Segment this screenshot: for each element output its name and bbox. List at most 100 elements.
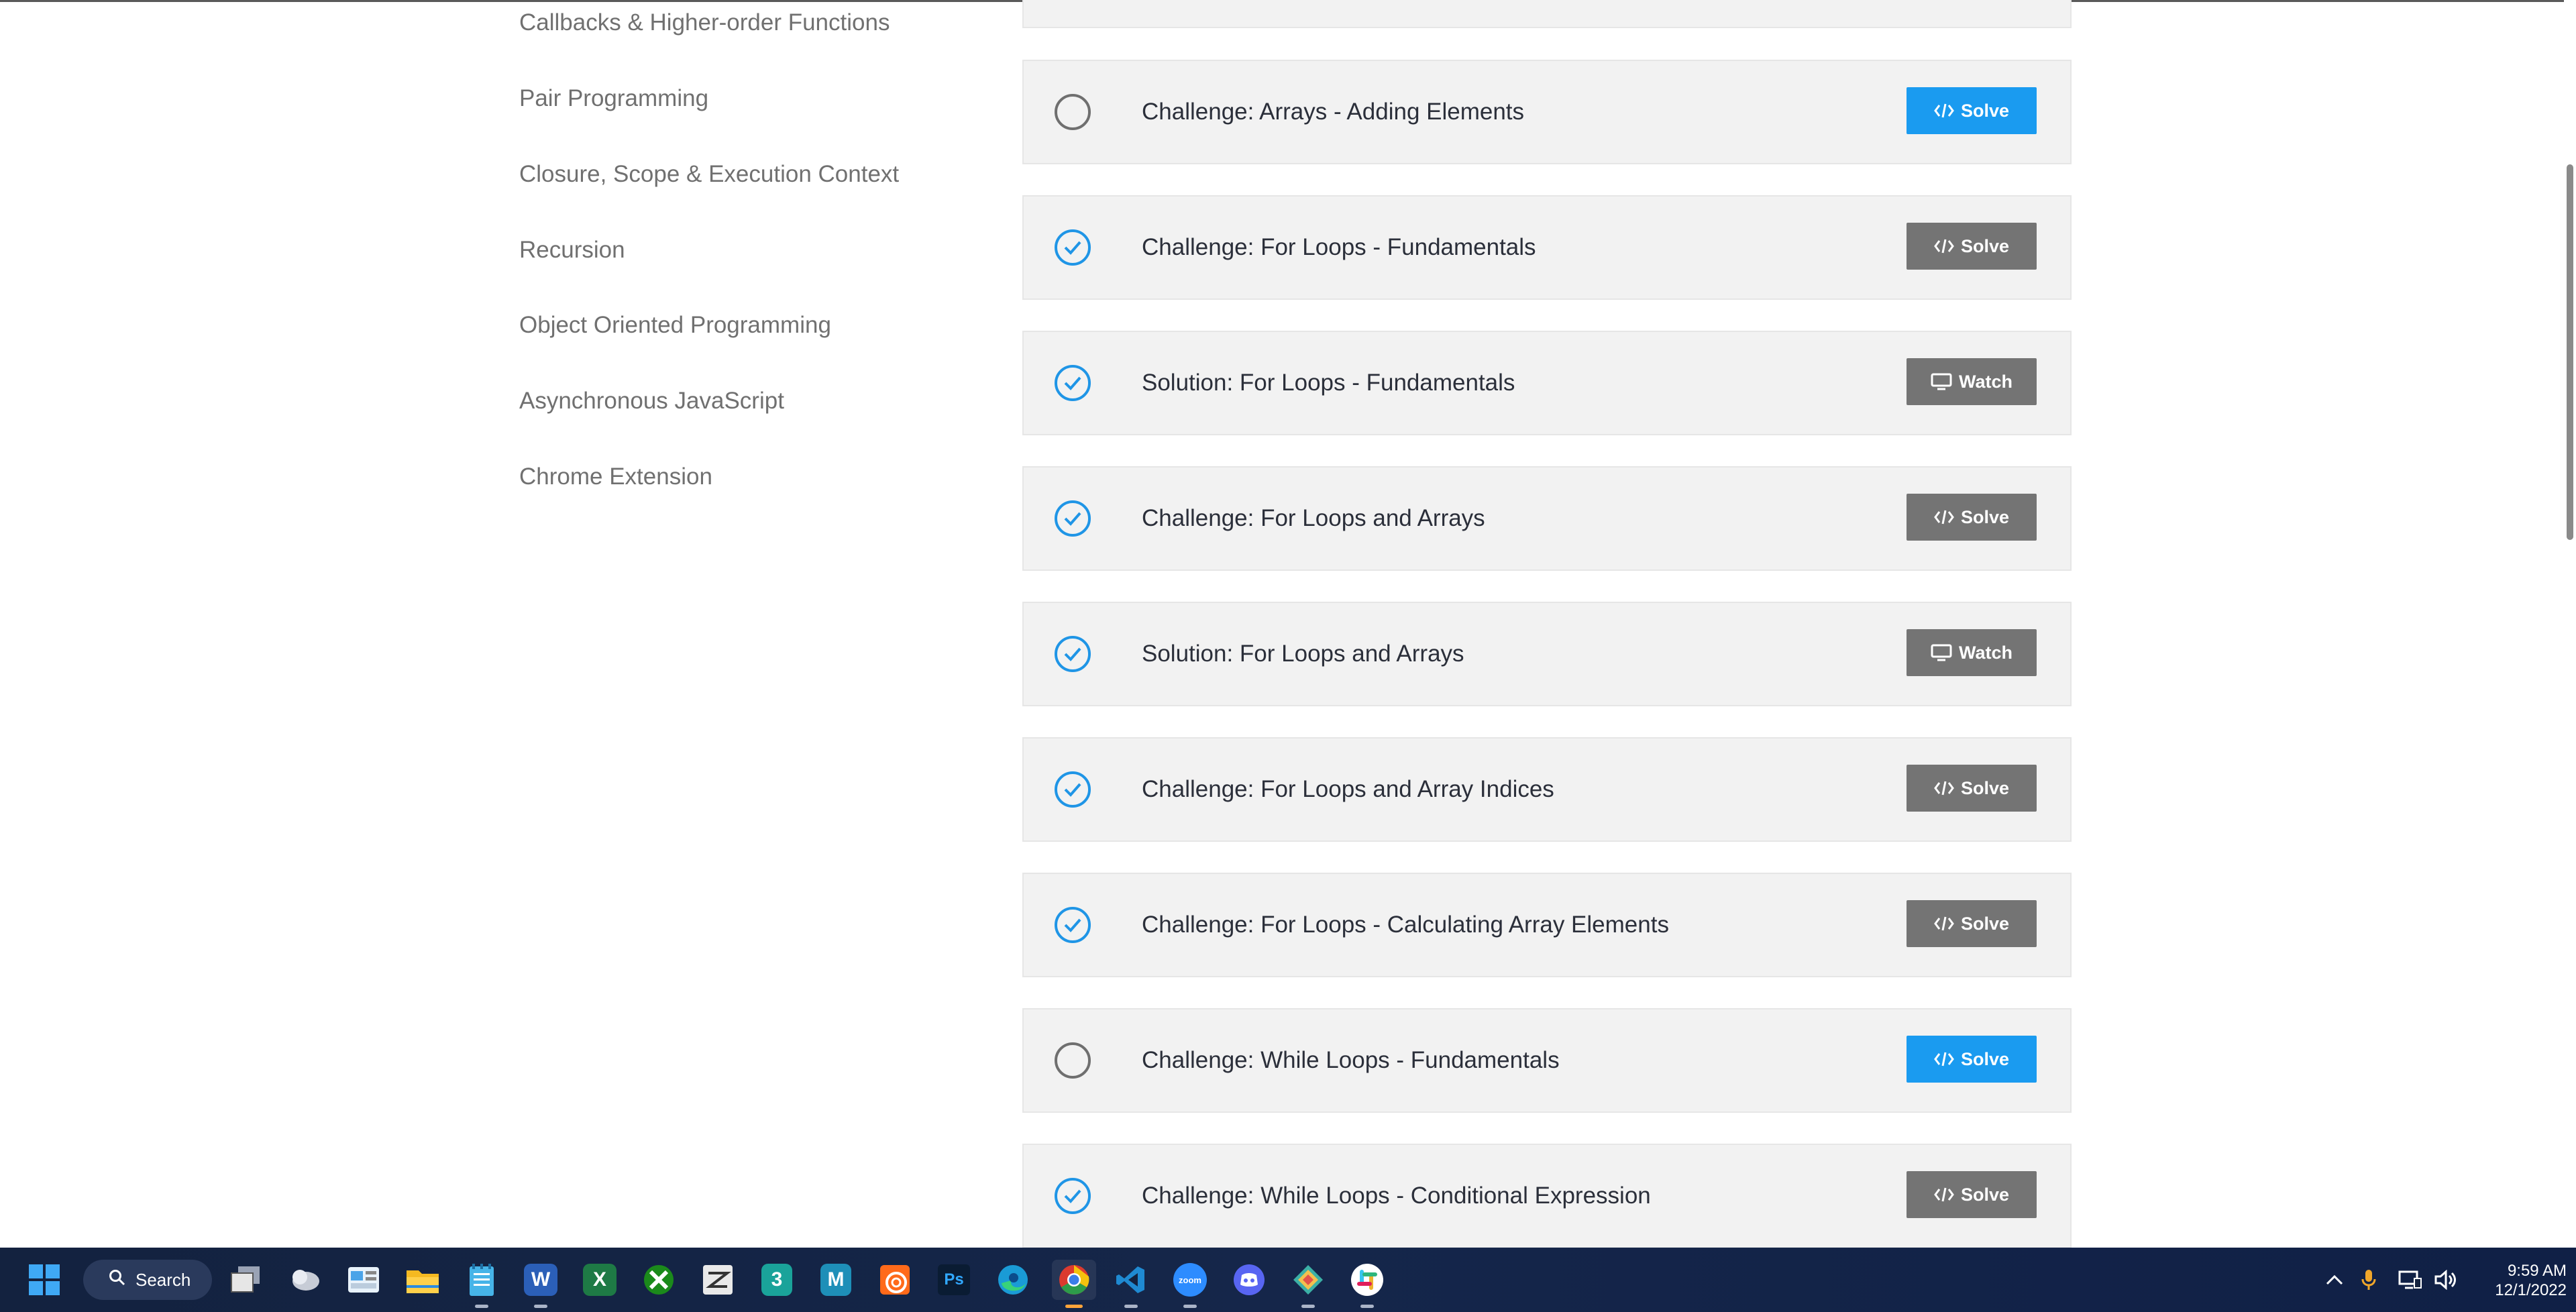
lesson-card: Challenge: While Loops - Conditional Exp… bbox=[1022, 1144, 2072, 1248]
microphone-icon[interactable] bbox=[2352, 1260, 2385, 1300]
scrollbar-thumb[interactable] bbox=[2567, 164, 2573, 540]
sidebar-item-oop[interactable]: Object Oriented Programming bbox=[519, 312, 831, 339]
code-icon bbox=[1934, 238, 1954, 254]
active-app-indicator bbox=[1065, 1305, 1083, 1308]
completed-check-icon[interactable] bbox=[1055, 365, 1091, 401]
code-icon bbox=[1934, 1051, 1954, 1067]
windows-taskbar: Search W X 3 M Ps zoom 9:59 AM 12/1/2022 bbox=[0, 1248, 2576, 1312]
edge-icon[interactable] bbox=[993, 1260, 1033, 1300]
excel-icon[interactable]: X bbox=[580, 1260, 620, 1300]
lesson-card: Solution: For Loops and Arrays Watch bbox=[1022, 602, 2072, 706]
network-icon[interactable] bbox=[2394, 1260, 2427, 1300]
widgets-icon[interactable] bbox=[284, 1260, 325, 1300]
lesson-title[interactable]: Solution: For Loops - Fundamentals bbox=[1142, 332, 1515, 434]
clock-time: 9:59 AM bbox=[2507, 1262, 2567, 1280]
running-indicator bbox=[534, 1305, 547, 1308]
chrome-icon[interactable] bbox=[1052, 1260, 1096, 1308]
windows-start-icon[interactable] bbox=[24, 1260, 64, 1300]
lesson-title[interactable]: Solution: For Loops and Arrays bbox=[1142, 603, 1464, 705]
lesson-title[interactable]: Challenge: While Loops - Conditional Exp… bbox=[1142, 1145, 1651, 1247]
incomplete-status-icon[interactable] bbox=[1055, 94, 1091, 130]
file-explorer-icon[interactable] bbox=[402, 1260, 443, 1300]
sidebar-item-callbacks[interactable]: Callbacks & Higher-order Functions bbox=[519, 9, 890, 36]
lesson-card: Challenge: For Loops - Calculating Array… bbox=[1022, 873, 2072, 977]
code-icon bbox=[1934, 780, 1954, 796]
lesson-title[interactable]: Challenge: Arrays - Adding Elements bbox=[1142, 61, 1524, 163]
code-icon bbox=[1934, 103, 1954, 119]
lesson-card: Challenge: Arrays - Adding Elements Solv… bbox=[1022, 60, 2072, 164]
volume-icon[interactable] bbox=[2428, 1260, 2462, 1300]
discord-icon[interactable] bbox=[1229, 1260, 1269, 1300]
monitor-icon bbox=[1931, 373, 1952, 390]
completed-check-icon[interactable] bbox=[1055, 771, 1091, 808]
watch-button[interactable]: Watch bbox=[1907, 358, 2037, 405]
chevron-up-icon[interactable] bbox=[2314, 1260, 2355, 1300]
sidebar-item-closure[interactable]: Closure, Scope & Execution Context bbox=[519, 161, 899, 188]
solve-button[interactable]: Solve bbox=[1907, 1036, 2037, 1083]
button-label: Watch bbox=[1959, 371, 2012, 392]
zbrush-icon[interactable] bbox=[698, 1260, 738, 1300]
gitkraken-icon[interactable] bbox=[1288, 1260, 1328, 1308]
lesson-card: Challenge: For Loops - Fundamentals Solv… bbox=[1022, 195, 2072, 300]
search-icon bbox=[109, 1269, 126, 1291]
lesson-title[interactable]: Challenge: For Loops and Arrays bbox=[1142, 468, 1485, 569]
notepad-icon[interactable] bbox=[462, 1260, 502, 1308]
sidebar-item-chrome-extension[interactable]: Chrome Extension bbox=[519, 463, 712, 490]
word-icon[interactable]: W bbox=[521, 1260, 561, 1308]
taskbar-search[interactable]: Search bbox=[83, 1260, 212, 1300]
zoom-label: zoom bbox=[1173, 1263, 1207, 1297]
completed-check-icon[interactable] bbox=[1055, 907, 1091, 943]
photoshop-icon[interactable]: Ps bbox=[934, 1260, 974, 1300]
sidebar-item-async[interactable]: Asynchronous JavaScript bbox=[519, 388, 784, 415]
3ds-max-icon[interactable]: 3 bbox=[757, 1260, 797, 1300]
lesson-title[interactable]: Challenge: For Loops and Array Indices bbox=[1142, 739, 1554, 840]
completed-check-icon[interactable] bbox=[1055, 1178, 1091, 1214]
clock-date: 12/1/2022 bbox=[2495, 1281, 2567, 1299]
running-indicator bbox=[1301, 1305, 1315, 1308]
solve-button[interactable]: Solve bbox=[1907, 87, 2037, 134]
houdini-icon[interactable] bbox=[875, 1260, 915, 1300]
lesson-title[interactable]: Challenge: For Loops - Fundamentals bbox=[1142, 197, 1536, 298]
button-label: Solve bbox=[1960, 913, 2010, 934]
lesson-card: Challenge: While Loops - Fundamentals So… bbox=[1022, 1008, 2072, 1113]
xbox-icon[interactable] bbox=[639, 1260, 679, 1300]
solve-button[interactable]: Solve bbox=[1907, 223, 2037, 270]
maya-icon[interactable]: M bbox=[816, 1260, 856, 1300]
code-icon bbox=[1934, 1187, 1954, 1203]
running-indicator bbox=[1360, 1305, 1374, 1308]
running-indicator bbox=[1183, 1305, 1197, 1308]
zoom-icon[interactable]: zoom bbox=[1170, 1260, 1210, 1308]
vscode-icon[interactable] bbox=[1111, 1260, 1151, 1308]
running-indicator bbox=[1124, 1305, 1138, 1308]
running-indicator bbox=[475, 1305, 488, 1308]
lesson-card-partial bbox=[1022, 0, 2072, 28]
code-icon bbox=[1934, 509, 1954, 525]
completed-check-icon[interactable] bbox=[1055, 500, 1091, 537]
sidebar-item-recursion[interactable]: Recursion bbox=[519, 237, 625, 264]
lesson-title[interactable]: Challenge: While Loops - Fundamentals bbox=[1142, 1009, 1560, 1111]
lesson-title[interactable]: Challenge: For Loops - Calculating Array… bbox=[1142, 874, 1669, 976]
monitor-icon bbox=[1931, 644, 1952, 661]
code-icon bbox=[1934, 916, 1954, 932]
button-label: Watch bbox=[1959, 642, 2012, 663]
watch-button[interactable]: Watch bbox=[1907, 629, 2037, 676]
weather-app-icon[interactable] bbox=[343, 1260, 384, 1300]
sidebar-item-pair-programming[interactable]: Pair Programming bbox=[519, 85, 708, 112]
button-label: Solve bbox=[1960, 777, 2010, 798]
search-label: Search bbox=[136, 1269, 191, 1290]
completed-check-icon[interactable] bbox=[1055, 229, 1091, 266]
button-label: Solve bbox=[1960, 1184, 2010, 1205]
slack-icon[interactable] bbox=[1347, 1260, 1387, 1308]
completed-check-icon[interactable] bbox=[1055, 636, 1091, 672]
lesson-card: Challenge: For Loops and Arrays Solve bbox=[1022, 466, 2072, 571]
solve-button[interactable]: Solve bbox=[1907, 765, 2037, 812]
solve-button[interactable]: Solve bbox=[1907, 1171, 2037, 1218]
lesson-card: Solution: For Loops - Fundamentals Watch bbox=[1022, 331, 2072, 435]
button-label: Solve bbox=[1960, 506, 2010, 527]
solve-button[interactable]: Solve bbox=[1907, 900, 2037, 947]
button-label: Solve bbox=[1960, 100, 2010, 121]
solve-button[interactable]: Solve bbox=[1907, 494, 2037, 541]
taskbar-clock[interactable]: 9:59 AM 12/1/2022 bbox=[2473, 1261, 2567, 1300]
incomplete-status-icon[interactable] bbox=[1055, 1042, 1091, 1079]
task-view-icon[interactable] bbox=[225, 1260, 266, 1300]
